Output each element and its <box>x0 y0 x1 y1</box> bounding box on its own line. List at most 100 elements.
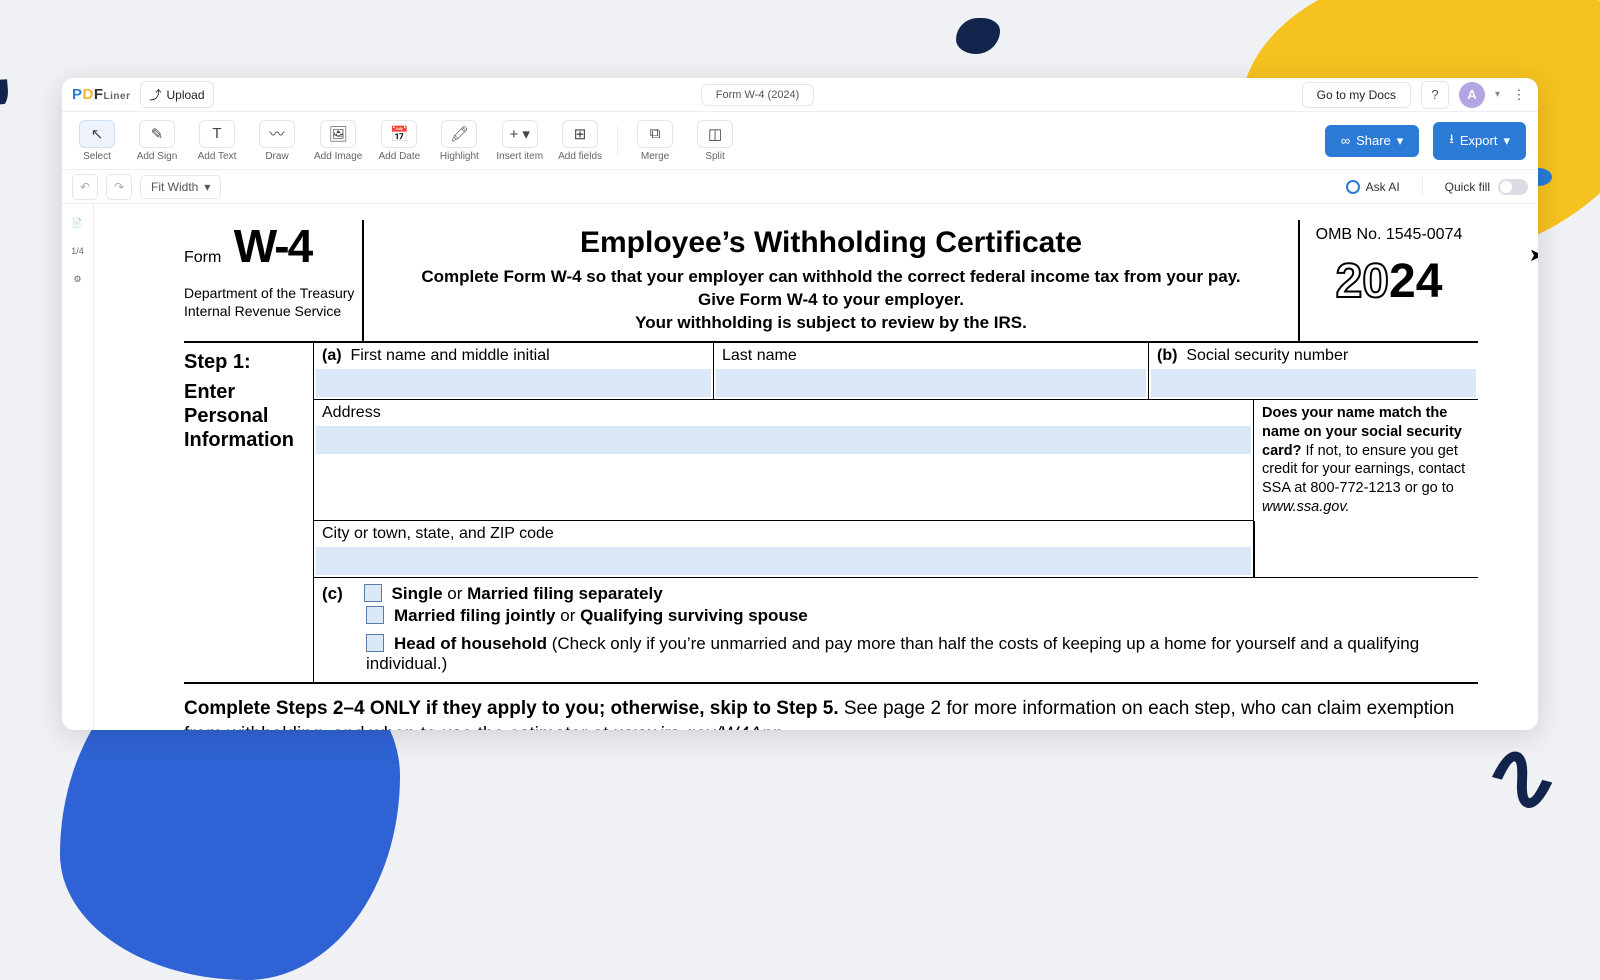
document-title-pill[interactable]: Form W-4 (2024) <box>701 84 815 106</box>
gear-icon: ⚙ <box>73 274 81 285</box>
export-button[interactable]: ⭳Export▾ <box>1433 122 1526 160</box>
steps-2-4-note: Complete Steps 2–4 ONLY if they apply to… <box>184 684 1478 730</box>
input-last-name[interactable] <box>716 369 1146 397</box>
tool-label: Highlight <box>440 151 479 162</box>
form-header-right: OMB No. 1545-0074 2024 <box>1298 220 1478 341</box>
cell-ssn: (b) Social security number <box>1149 343 1478 400</box>
toolbar-separator <box>617 126 618 156</box>
form-subtitle-3: Your withholding is subject to review by… <box>374 312 1288 335</box>
form-header: Form W-4 Department of the Treasury Inte… <box>184 220 1478 343</box>
ai-icon <box>1346 180 1360 194</box>
app-logo: PDFLiner <box>72 86 130 103</box>
draw-icon: 〰 <box>259 120 295 148</box>
workspace: 📄 1/4 ⚙ Form W-4 Department of the Treas… <box>62 204 1538 730</box>
undo-button[interactable]: ↶ <box>72 174 98 200</box>
tool-highlight[interactable]: 🖍Highlight <box>436 120 482 162</box>
avatar[interactable]: A <box>1459 82 1485 108</box>
option-mfj: Married filing jointly or Qualifying sur… <box>366 606 1470 626</box>
input-first-name[interactable] <box>316 369 711 397</box>
zoom-select[interactable]: Fit Width ▾ <box>140 175 221 199</box>
tool-merge[interactable]: ⧉ Merge <box>632 120 678 162</box>
cell-city: City or town, state, and ZIP code <box>314 521 1254 577</box>
row-name-ssn: (a) First name and middle initial Last n… <box>314 343 1478 400</box>
settings-button[interactable]: ⚙ <box>69 270 87 288</box>
date-icon: 📅 <box>381 120 417 148</box>
tool-add-image[interactable]: 🖼 Add Image <box>314 120 362 162</box>
input-ssn[interactable] <box>1151 369 1476 397</box>
tool-select[interactable]: ↖Select <box>74 120 120 162</box>
help-button[interactable]: ? <box>1421 81 1449 109</box>
input-address[interactable] <box>316 426 1251 454</box>
quick-fill-label: Quick fill <box>1445 180 1490 194</box>
option-hoh: Head of household (Check only if you’re … <box>366 634 1470 674</box>
decoration-ink-spot <box>956 18 1000 54</box>
form-header-center: Employee’s Withholding Certificate Compl… <box>364 220 1298 341</box>
checkbox-hoh[interactable] <box>366 634 384 652</box>
ask-ai-button[interactable]: Ask AI <box>1346 180 1400 194</box>
quick-fill-toggle[interactable]: Quick fill <box>1445 179 1528 195</box>
tool-label: Merge <box>641 151 669 162</box>
subbar: ↶ ↷ Fit Width ▾ Ask AI Quick fill <box>62 170 1538 204</box>
tool-label: Add fields <box>558 151 602 162</box>
checkbox-single[interactable] <box>364 584 382 602</box>
fields-icon: ⊞ <box>562 120 598 148</box>
tool-label: Add Date <box>379 151 421 162</box>
tool-add-date[interactable]: 📅 Add Date <box>376 120 422 162</box>
label-address: Address <box>314 400 1253 426</box>
menu-button[interactable]: ⋮ <box>1510 81 1528 109</box>
chevron-down-icon: ▾ <box>204 180 210 194</box>
cell-address: Address <box>314 400 1254 521</box>
pages-panel-button[interactable]: 📄 <box>69 214 87 232</box>
redo-button[interactable]: ↷ <box>106 174 132 200</box>
name-match-spacer <box>1254 521 1478 577</box>
row-address: Address Does your name match the name on… <box>314 400 1478 521</box>
tool-add-sign[interactable]: ✎Add Sign <box>134 120 180 162</box>
titlebar: PDFLiner ⤴ Upload Form W-4 (2024) Go to … <box>62 78 1538 112</box>
tool-split[interactable]: ◫Split <box>692 120 738 162</box>
tool-insert-item[interactable]: + ▾Insert item <box>496 120 543 162</box>
label-ssn: (b) Social security number <box>1149 343 1478 369</box>
share-button[interactable]: ∞Share▾ <box>1325 125 1420 157</box>
step-text: Enter Personal Information <box>184 380 307 452</box>
label-first-name: (a) First name and middle initial <box>314 343 713 369</box>
image-icon: 🖼 <box>320 120 356 148</box>
tool-draw[interactable]: 〰Draw <box>254 120 300 162</box>
input-city[interactable] <box>316 547 1251 575</box>
my-docs-button[interactable]: Go to my Docs <box>1302 82 1411 108</box>
step-1-fields: (a) First name and middle initial Last n… <box>314 343 1478 682</box>
document-canvas[interactable]: Form W-4 Department of the Treasury Inte… <box>94 204 1538 730</box>
irs-line: Internal Revenue Service <box>184 303 358 321</box>
form-subtitle-2: Give Form W-4 to your employer. <box>374 289 1288 312</box>
checkbox-mfj[interactable] <box>366 606 384 624</box>
toolbar: ↖Select ✎Add Sign T Add Text 〰Draw 🖼 Add I… <box>62 112 1538 170</box>
merge-icon: ⧉ <box>637 120 673 148</box>
tool-label: Add Image <box>314 151 362 162</box>
tax-year: 2024 <box>1306 254 1472 309</box>
redo-icon: ↷ <box>114 180 124 194</box>
left-rail: 📄 1/4 ⚙ <box>62 204 94 730</box>
tool-add-text[interactable]: T Add Text <box>194 120 240 162</box>
dept-lines: Department of the Treasury Internal Reve… <box>184 285 358 320</box>
upload-button[interactable]: ⤴ Upload <box>140 81 213 108</box>
step-1: Step 1: Enter Personal Information (a) F… <box>184 343 1478 684</box>
toggle-icon <box>1498 179 1528 195</box>
step-1-label: Step 1: Enter Personal Information <box>184 343 314 682</box>
chevron-down-icon: ▾ <box>1503 133 1510 149</box>
form-header-left: Form W-4 Department of the Treasury Inte… <box>184 220 364 341</box>
form-code: W-4 <box>234 226 311 267</box>
tool-add-fields[interactable]: ⊞ Add fields <box>557 120 603 162</box>
name-match-note: Does your name match the name on your so… <box>1254 400 1478 521</box>
row-filing-status: (c) Single or Married filing separately … <box>314 577 1478 682</box>
form-subtitle-1: Complete Form W-4 so that your employer … <box>374 266 1288 289</box>
insert-icon: + ▾ <box>502 120 538 148</box>
cursor-icon: ➤ <box>1529 245 1538 266</box>
text-icon: T <box>199 120 235 148</box>
avatar-caret-icon[interactable]: ▾ <box>1495 89 1500 100</box>
omb-number: OMB No. 1545-0074 <box>1306 226 1472 244</box>
zoom-label: Fit Width <box>151 180 198 194</box>
share-icon: ∞ <box>1341 133 1350 148</box>
download-icon: ⭳ <box>1449 130 1454 152</box>
dept-line: Department of the Treasury <box>184 285 358 303</box>
tool-label: Add Text <box>198 151 237 162</box>
row-city: City or town, state, and ZIP code <box>314 521 1478 577</box>
